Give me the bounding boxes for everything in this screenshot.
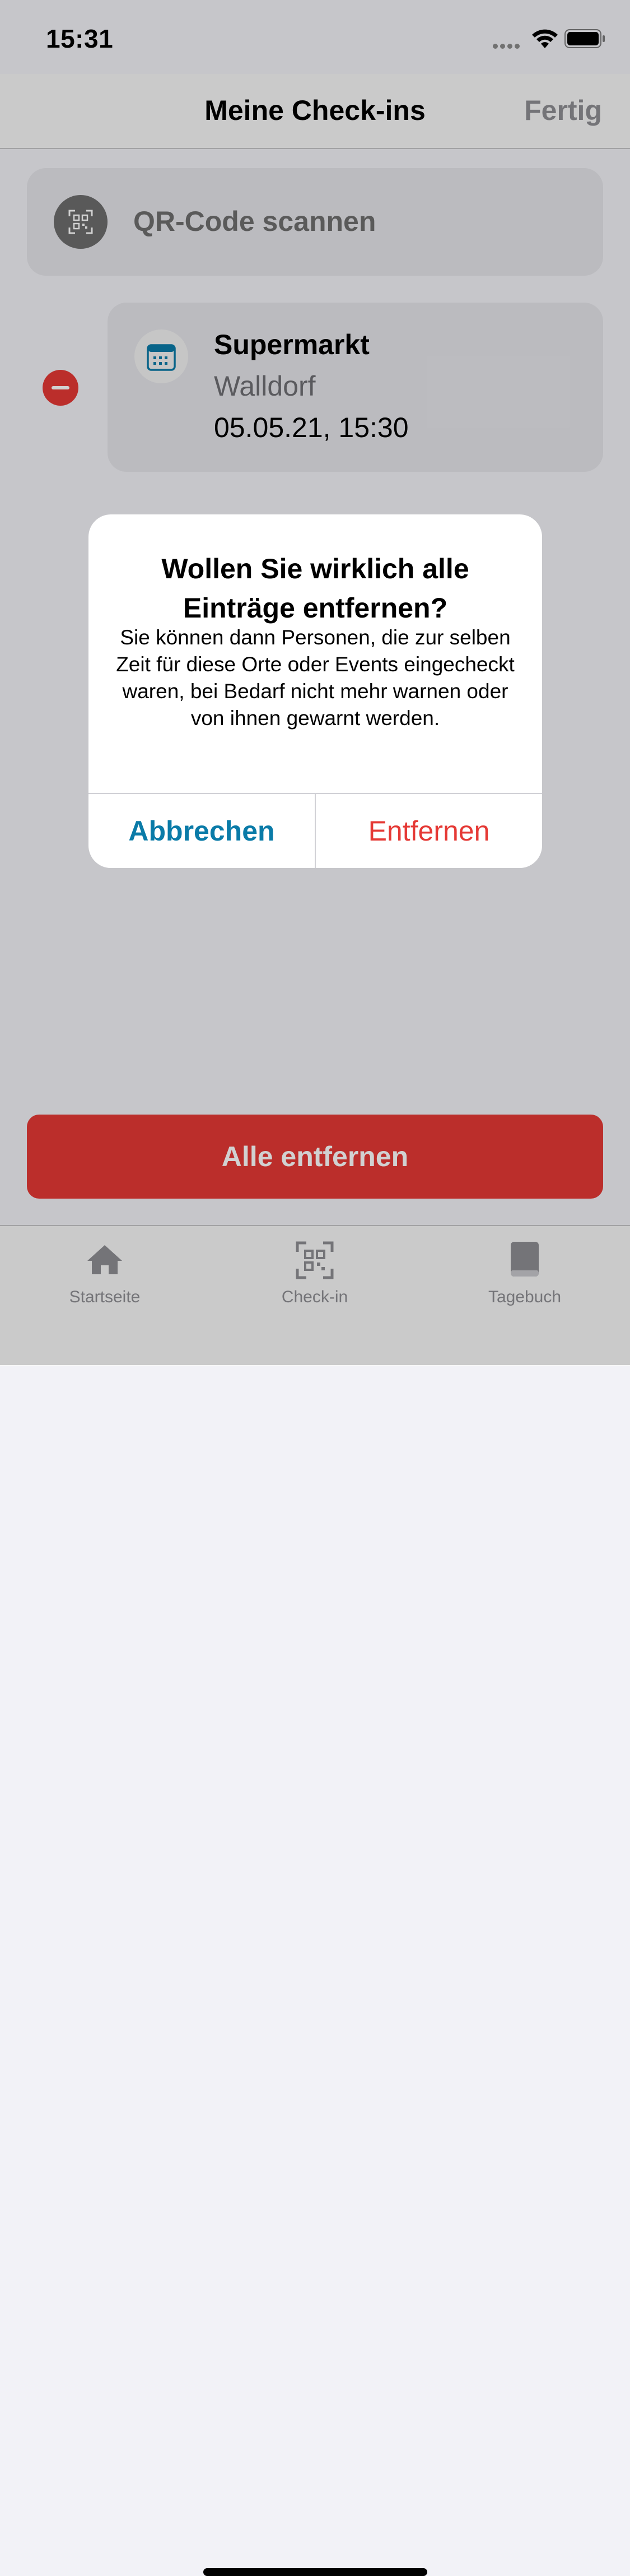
- confirm-remove-button[interactable]: Entfernen: [316, 794, 542, 868]
- alert-message: Sie können dann Personen, die zur selben…: [116, 626, 515, 730]
- home-indicator[interactable]: [203, 2568, 427, 2576]
- alert-title: Wollen Sie wirklich alle Einträge entfer…: [161, 553, 469, 624]
- cancel-button[interactable]: Abbrechen: [88, 794, 315, 868]
- screen: 15:31 Meine Check-ins Fertig QR-Code sca…: [0, 0, 630, 2576]
- confirm-remove-alert: Wollen Sie wirklich alle Einträge entfer…: [88, 514, 542, 868]
